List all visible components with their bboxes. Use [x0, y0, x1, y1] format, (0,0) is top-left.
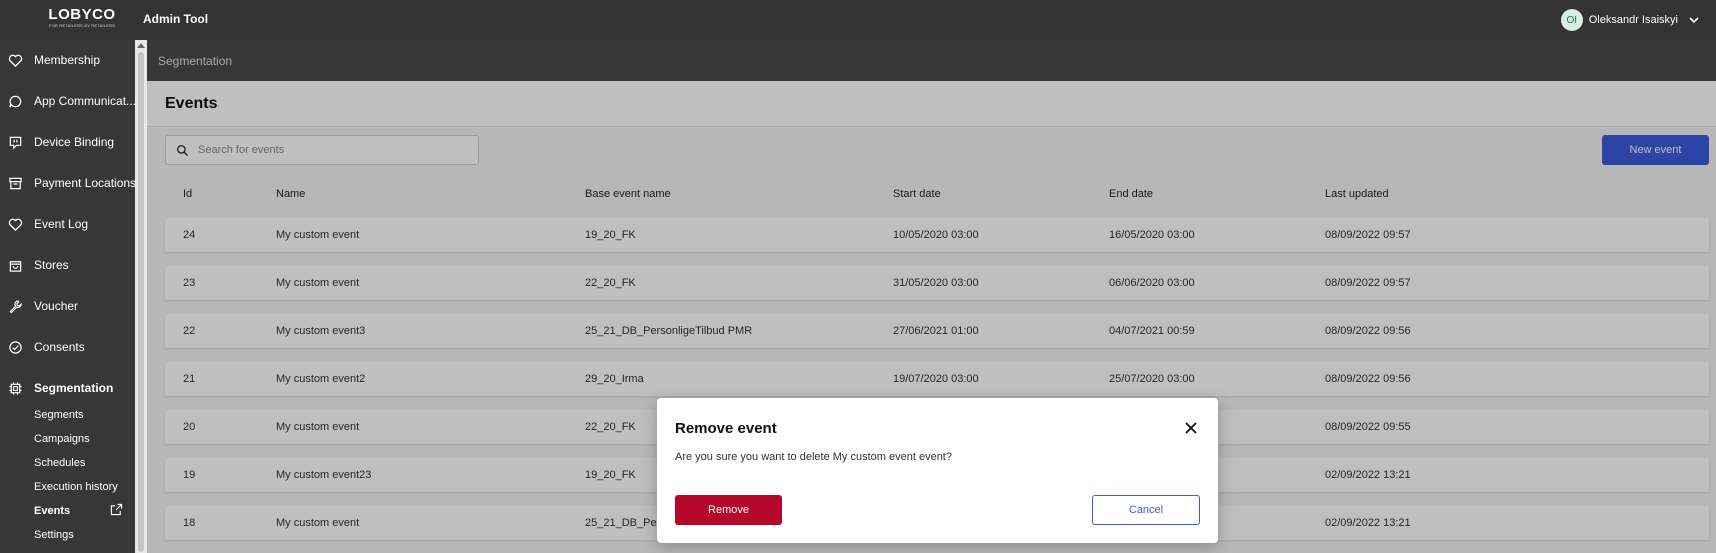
dialog-title: Remove event: [675, 420, 777, 437]
wrench-icon: [9, 299, 22, 313]
sidebar-subitem-schedules[interactable]: Schedules: [34, 457, 85, 469]
chip-icon: [9, 381, 22, 395]
sidebar-item-payment-locations[interactable]: Payment Locations: [0, 168, 135, 198]
sidebar-item-label: Event Log: [34, 217, 89, 231]
sidebar-item-label: Consents: [34, 340, 85, 354]
sidebar-item-membership[interactable]: Membership: [0, 45, 135, 75]
sidebar-item-segmentation[interactable]: Segmentation: [0, 373, 135, 403]
scroll-up-arrow-icon[interactable]: [137, 43, 145, 48]
sidebar-scrollbar[interactable]: [135, 40, 147, 553]
logo[interactable]: LOBYCO FOR RETAILERS BY RETAILERS: [46, 7, 118, 29]
sidebar-item-voucher[interactable]: Voucher: [0, 291, 135, 321]
top-bar: LOBYCO FOR RETAILERS BY RETAILERS Admin …: [0, 0, 1716, 40]
sidebar-item-label: Stores: [34, 258, 69, 272]
sidebar-item-label: Segmentation: [34, 381, 114, 395]
sidebar-item-label: Voucher: [34, 299, 79, 313]
sidebar-item-event-log[interactable]: Event Log: [0, 209, 135, 239]
sidebar-item-stores[interactable]: Stores: [0, 250, 135, 280]
remove-event-dialog: Remove event Are you sure you want to de…: [657, 398, 1218, 543]
sidebar-item-app-communication[interactable]: App Communicat...: [0, 86, 135, 116]
scrollbar-thumb[interactable]: [138, 52, 144, 552]
chevron-down-icon: [1689, 17, 1699, 24]
sidebar-subitem-segments[interactable]: Segments: [34, 409, 84, 421]
sidebar-item-consents[interactable]: Consents: [0, 332, 135, 362]
device-binding-icon: [9, 136, 22, 150]
sidebar-item-label: Membership: [34, 53, 101, 67]
avatar: OI: [1560, 9, 1583, 31]
logo-tagline: FOR RETAILERS BY RETAILERS: [48, 23, 116, 28]
sidebar-item-label: Device Binding: [34, 135, 115, 149]
remove-button[interactable]: Remove: [675, 495, 782, 525]
dialog-message: Are you sure you want to delete My custo…: [675, 451, 952, 463]
sidebar-subitem-campaigns[interactable]: Campaigns: [34, 433, 90, 445]
user-menu[interactable]: OI Oleksandr Isaiskyi: [1560, 9, 1700, 31]
close-icon[interactable]: [1184, 421, 1198, 435]
archive-icon: [9, 177, 22, 189]
sidebar-subitem-settings[interactable]: Settings: [34, 529, 74, 541]
sidebar-subitem-events[interactable]: Events: [34, 505, 70, 517]
cancel-button[interactable]: Cancel: [1092, 495, 1200, 525]
sidebar-item-label: App Communicat...: [34, 94, 135, 108]
sidebar-item-device-binding[interactable]: Device Binding: [0, 127, 135, 157]
heart-icon: [8, 218, 23, 231]
heart-icon: [8, 54, 23, 67]
sidebar: Membership App Communicat... Device Bind…: [0, 40, 135, 553]
user-name: Oleksandr Isaiskyi: [1588, 14, 1678, 26]
external-link-icon[interactable]: [110, 503, 123, 516]
app-title: Admin Tool: [143, 12, 209, 26]
sidebar-item-label: Payment Locations: [34, 176, 135, 190]
chat-icon: [9, 95, 22, 107]
logo-text: LOBYCO: [48, 6, 116, 23]
shopping-bag-icon: [9, 260, 22, 272]
sidebar-subitem-execution-history[interactable]: Execution history: [34, 481, 118, 493]
check-circle-icon: [9, 340, 22, 354]
